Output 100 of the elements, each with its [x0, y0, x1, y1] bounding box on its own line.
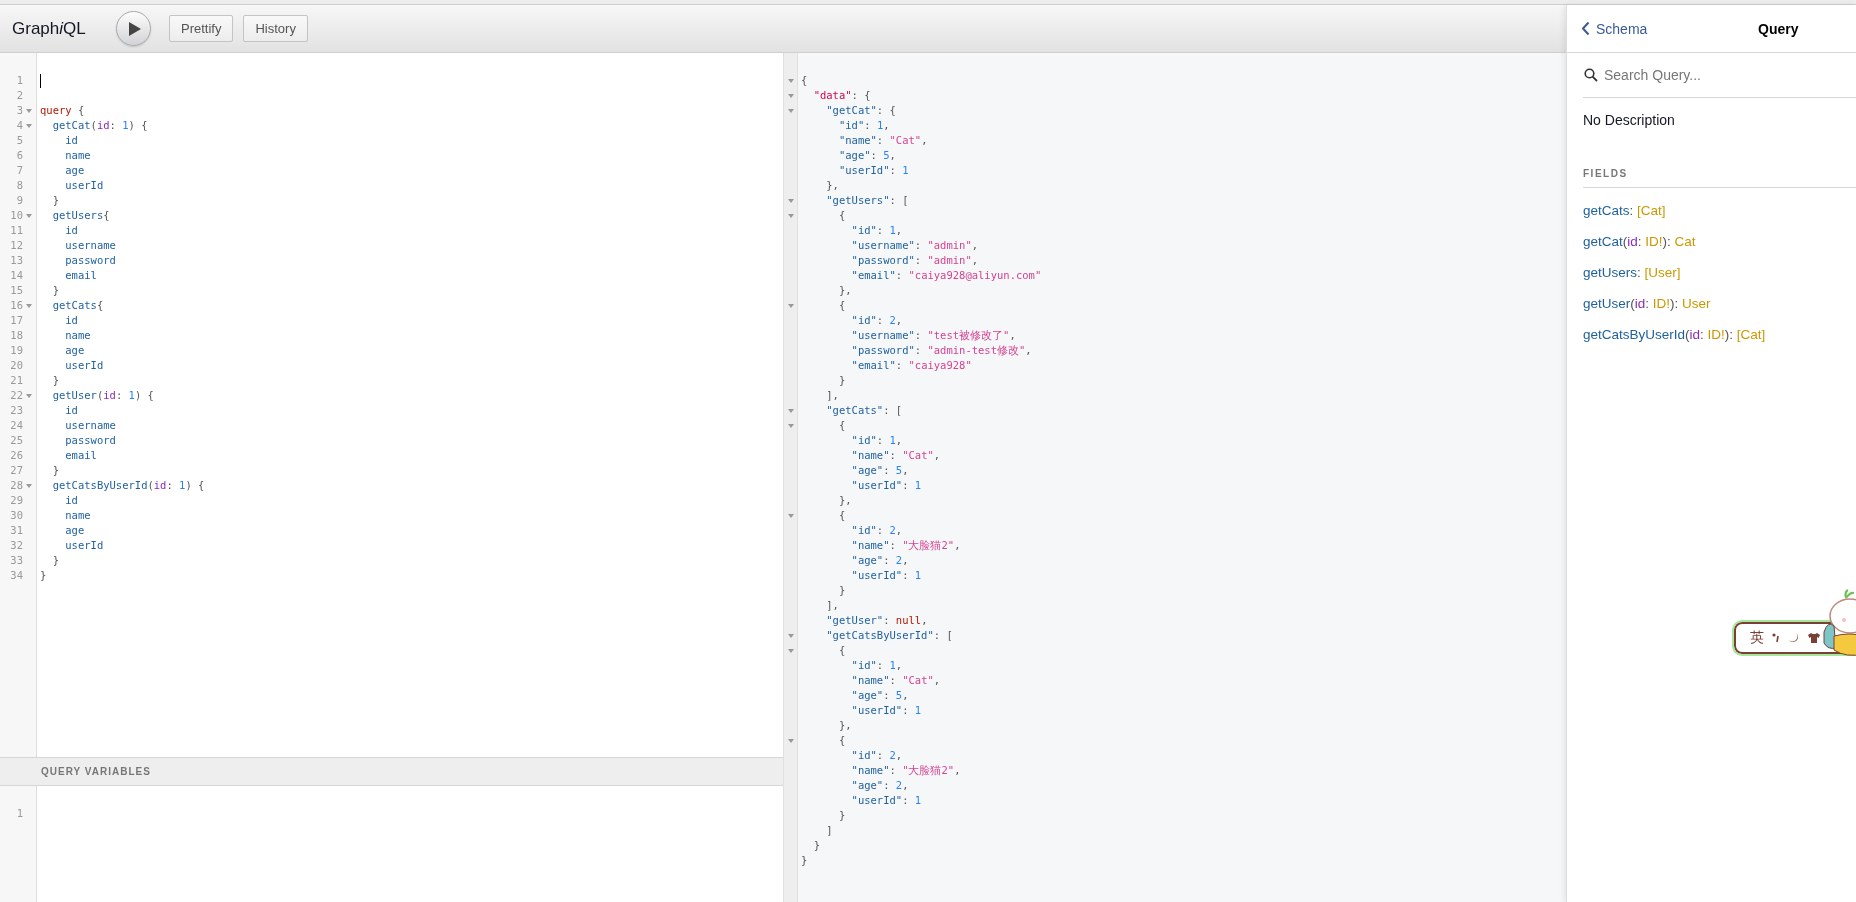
fold-arrow-icon[interactable]: [26, 483, 32, 488]
code-line: "email": "caiya928": [850, 358, 973, 373]
ime-mode-button[interactable]: 英: [1750, 629, 1764, 647]
fold-arrow-icon[interactable]: [787, 78, 794, 83]
fold-arrow-icon[interactable]: [26, 303, 32, 308]
fold-arrow-icon[interactable]: [26, 123, 32, 128]
field-link[interactable]: getCats: [Cat]: [1583, 202, 1856, 220]
fold-arrow-icon[interactable]: [26, 108, 32, 113]
code-line: "userId": 1: [850, 478, 923, 493]
line-number: 17: [10, 313, 23, 328]
fold-arrow-icon[interactable]: [787, 648, 794, 653]
code-line: name: [64, 328, 92, 343]
fold-arrow-icon[interactable]: [26, 393, 32, 398]
code-line: "getCatsByUserId": [: [825, 628, 954, 643]
execute-button[interactable]: [116, 11, 151, 46]
fold-arrow-icon[interactable]: [26, 213, 32, 218]
line-number: 16: [10, 298, 23, 313]
code-line: ],: [825, 388, 840, 403]
field-link[interactable]: getUser(id: ID!): User: [1583, 295, 1856, 313]
moon-icon[interactable]: [1788, 632, 1800, 644]
fold-arrow-icon[interactable]: [787, 513, 794, 518]
code-line: "name": "大脸猫2",: [850, 763, 962, 778]
line-number: 1: [16, 806, 23, 821]
description-text: No Description: [1583, 112, 1676, 128]
code-line: userId: [64, 178, 105, 193]
code-line: "userId": 1: [850, 793, 923, 808]
code-line: {: [837, 418, 847, 433]
line-number: 3: [16, 103, 23, 118]
code-line: "id": 1,: [850, 658, 904, 673]
code-line: id: [64, 133, 79, 148]
code-line: id: [64, 223, 79, 238]
code-line: },: [837, 493, 853, 508]
code-line: "id": 2,: [850, 748, 904, 763]
history-button[interactable]: History: [243, 15, 308, 42]
line-number: 19: [10, 343, 23, 358]
code-line: getCat(id: 1) {: [51, 118, 149, 133]
code-line: "userId": 1: [837, 163, 910, 178]
fold-arrow-icon[interactable]: [787, 303, 794, 308]
code-line: getUsers{: [51, 208, 111, 223]
fold-arrow-icon[interactable]: [787, 213, 794, 218]
punctuation-icon[interactable]: [1771, 632, 1781, 644]
code-line: "email": "caiya928@aliyun.com": [850, 268, 1043, 283]
line-number: 20: [10, 358, 23, 373]
code-line: "username": "admin",: [850, 238, 980, 253]
field-link[interactable]: getUsers: [User]: [1583, 264, 1856, 282]
code-line: "getCat": {: [825, 103, 897, 118]
code-line: email: [64, 268, 98, 283]
line-number: 8: [16, 178, 23, 193]
fold-arrow-icon[interactable]: [787, 633, 794, 638]
code-line: "age": 5,: [850, 463, 910, 478]
line-number: 32: [10, 538, 23, 553]
fold-arrow-icon[interactable]: [787, 408, 794, 413]
line-number: 25: [10, 433, 23, 448]
code-line: "age": 2,: [850, 553, 910, 568]
line-number: 10: [10, 208, 23, 223]
line-number: 27: [10, 463, 23, 478]
field-link[interactable]: getCatsByUserId(id: ID!): [Cat]: [1583, 326, 1856, 344]
line-number: 7: [16, 163, 23, 178]
fold-arrow-icon[interactable]: [787, 423, 794, 428]
code-line: }: [51, 463, 60, 478]
code-line: }: [837, 583, 847, 598]
line-number: 24: [10, 418, 23, 433]
back-link[interactable]: Schema: [1581, 20, 1711, 37]
code-line: id: [64, 403, 79, 418]
fold-arrow-icon[interactable]: [787, 738, 794, 743]
line-number: 13: [10, 253, 23, 268]
code-line: "name": "大脸猫2",: [850, 538, 962, 553]
search-field[interactable]: Search Query...: [1604, 67, 1856, 83]
line-number: 15: [10, 283, 23, 298]
fold-arrow-icon[interactable]: [787, 198, 794, 203]
code-line: {: [837, 298, 847, 313]
fold-arrow-icon[interactable]: [787, 93, 794, 98]
line-number: 26: [10, 448, 23, 463]
code-line: username: [64, 238, 117, 253]
line-number: 33: [10, 553, 23, 568]
code-line: id: [64, 493, 79, 508]
line-number: 28: [10, 478, 23, 493]
code-line: name: [64, 148, 92, 163]
code-line: "id": 2,: [850, 523, 904, 538]
code-line: {: [837, 508, 847, 523]
code-line: age: [64, 523, 86, 538]
code-line: }: [801, 853, 809, 868]
field-link[interactable]: getCat(id: ID!): Cat: [1583, 233, 1856, 251]
variables-header[interactable]: QUERY VARIABLES: [0, 757, 783, 786]
code-line: },: [837, 283, 853, 298]
line-number: 11: [10, 223, 23, 238]
prettify-button[interactable]: Prettify: [169, 15, 234, 42]
fold-arrow-icon[interactable]: [787, 108, 794, 113]
shirt-icon[interactable]: [1807, 632, 1821, 644]
code-line: "name": "Cat",: [837, 133, 929, 148]
line-number: 2: [16, 88, 23, 103]
code-line: password: [64, 433, 117, 448]
line-number: 6: [16, 148, 23, 163]
code-line: "password": "admin-test修改",: [850, 343, 1033, 358]
code-line: getUser(id: 1) {: [51, 388, 155, 403]
code-line: getCats{: [51, 298, 105, 313]
line-number: 4: [16, 118, 23, 133]
code-line: "age": 5,: [850, 688, 910, 703]
line-number: 30: [10, 508, 23, 523]
code-line: },: [837, 718, 853, 733]
